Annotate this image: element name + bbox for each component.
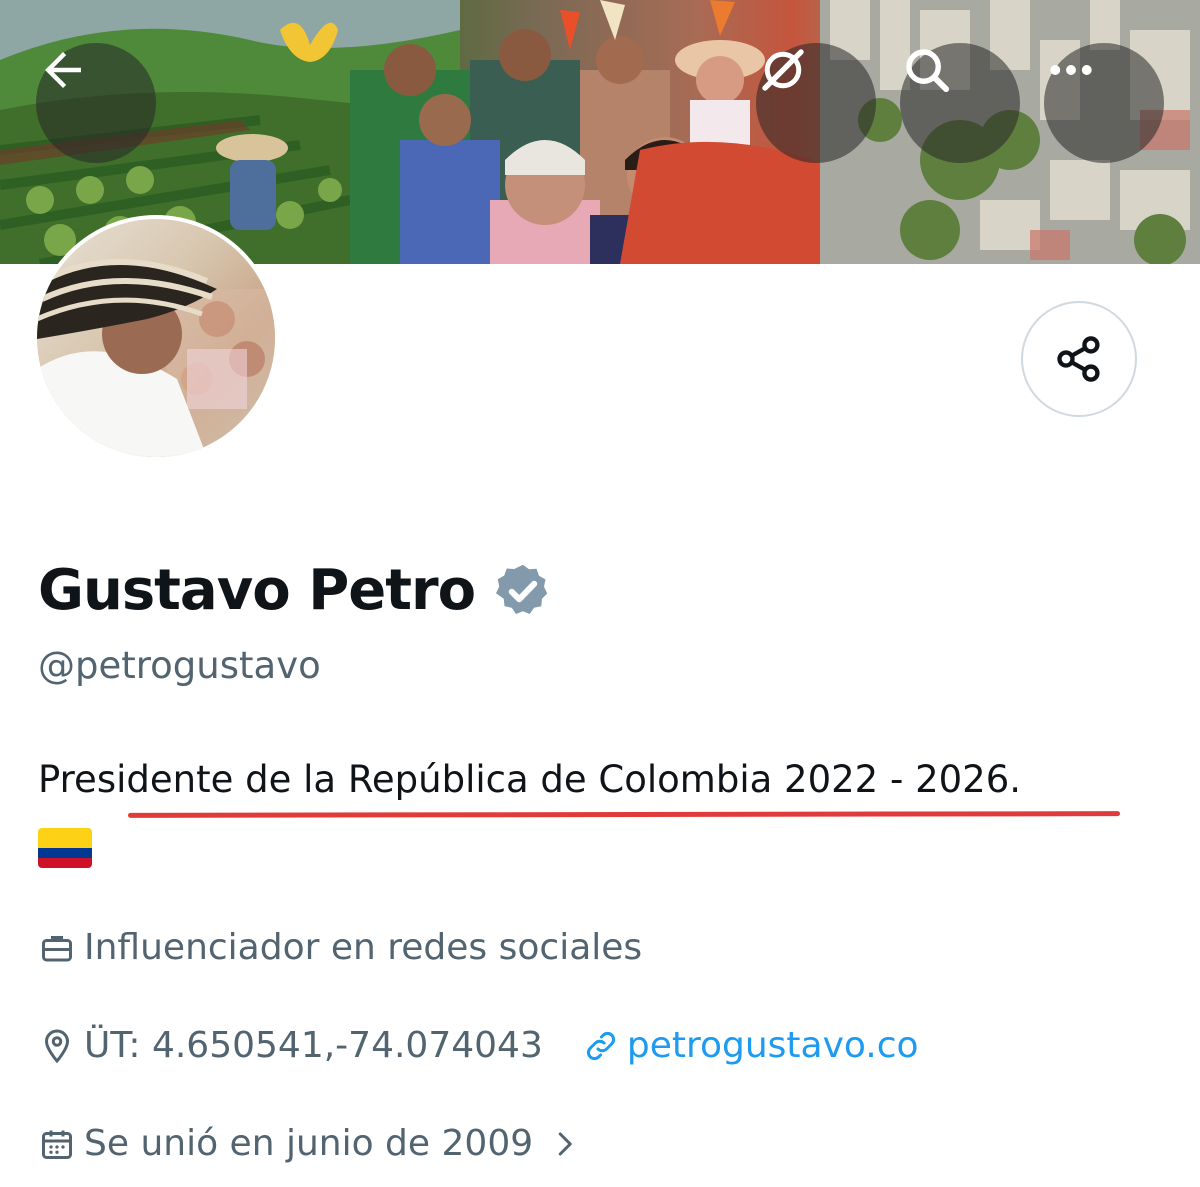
profile-website[interactable]: petrogustavo.co — [627, 1022, 919, 1070]
avatar-image — [37, 219, 275, 457]
grok-button[interactable] — [756, 43, 876, 163]
search-button[interactable] — [900, 43, 1020, 163]
calendar-icon — [38, 1125, 76, 1163]
profile-location: ÜT: 4.650541,-74.074043 — [84, 1025, 543, 1066]
more-button[interactable] — [1044, 43, 1164, 163]
share-button[interactable] — [1021, 301, 1137, 417]
profile-name: Gustavo Petro — [38, 558, 476, 623]
colombia-flag-emoji — [38, 828, 92, 868]
verified-badge-icon[interactable] — [493, 561, 553, 621]
profile-website-link[interactable]: petrogustavo.co — [583, 1022, 919, 1070]
search-icon — [906, 49, 950, 93]
briefcase-icon — [38, 929, 76, 967]
chevron-right-icon[interactable] — [549, 1129, 579, 1159]
profile-bio: Presidente de la República de Colombia 2… — [38, 758, 1022, 801]
profile-category-row: Influenciador en redes sociales — [38, 924, 642, 972]
grok-icon — [762, 49, 804, 91]
profile-name-row: Gustavo Petro — [38, 556, 553, 626]
avatar[interactable] — [33, 215, 279, 461]
profile-category: Influenciador en redes sociales — [84, 927, 643, 968]
location-pin-icon — [38, 1027, 76, 1065]
red-underline-annotation — [127, 811, 1121, 818]
share-icon — [1057, 336, 1100, 382]
back-button[interactable] — [36, 43, 156, 163]
profile-handle: @petrogustavo — [38, 644, 321, 687]
arrow-left-icon — [45, 52, 81, 88]
link-icon — [586, 1032, 615, 1060]
profile-joined: Se unió en junio de 2009 — [84, 1123, 534, 1164]
profile-joined-row[interactable]: Se unió en junio de 2009 — [38, 1120, 579, 1168]
profile-location-row: ÜT: 4.650541,-74.074043 petrogustavo.co — [38, 1022, 919, 1070]
more-horizontal-icon — [1050, 65, 1092, 75]
